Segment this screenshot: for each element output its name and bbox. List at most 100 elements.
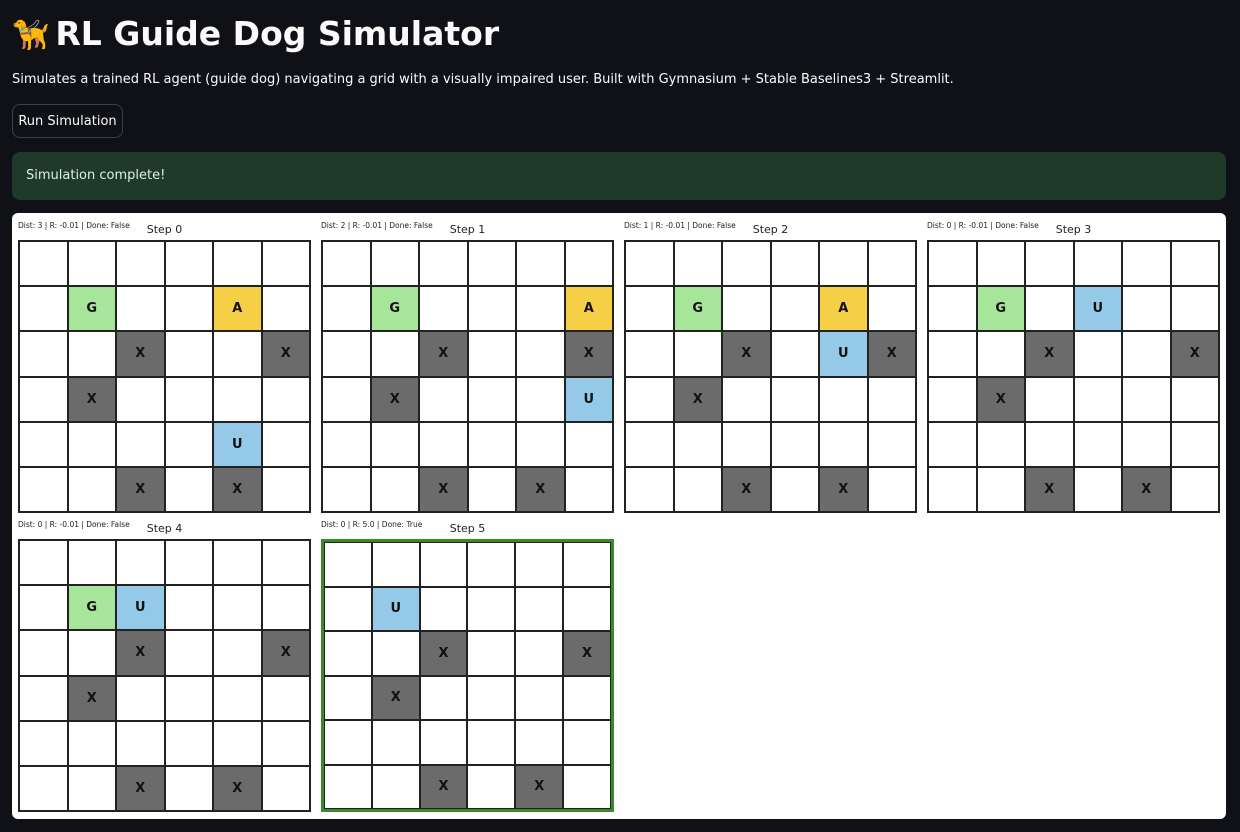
obstacle-cell: X (1122, 466, 1171, 512)
grid-cell-empty (1073, 376, 1122, 422)
grid-cell-empty (928, 376, 977, 422)
grid-cell-empty (261, 376, 310, 422)
grid-cell-empty (1122, 331, 1171, 377)
step-panel-2: Dist: 1 | R: -0.01 | Done: False Step 2GA… (624, 221, 917, 513)
grid-cell-empty (467, 675, 516, 720)
grid-world: UXXXXX (321, 539, 614, 812)
obstacle-cell: X (116, 466, 165, 512)
grid-cell-empty (261, 720, 310, 766)
grid-cell-empty (722, 376, 771, 422)
grid-cell-empty (324, 631, 372, 676)
grid-cell-empty (19, 466, 68, 512)
grid-cell-empty (515, 720, 564, 765)
grid-cell-empty (164, 675, 213, 721)
grid-cell-empty (928, 331, 977, 377)
grid-cell-empty (324, 586, 372, 631)
user-cell: U (116, 585, 165, 631)
step-panel-3: Dist: 0 | R: -0.01 | Done: False Step 3GU… (927, 221, 1220, 513)
grid-cell-empty (867, 241, 916, 287)
grid-cell-empty (370, 421, 419, 467)
grid-cell-empty (1073, 466, 1122, 512)
obstacle-cell: X (261, 630, 310, 676)
step-panel-5: Dist: 0 | R: 5.0 | Done: True Step 5UXXXX… (321, 520, 614, 812)
step-title: Step 2 (752, 223, 789, 236)
grid-cell-empty (322, 286, 371, 332)
obstacle-cell: X (819, 466, 868, 512)
grid-cell-empty (564, 421, 613, 467)
grid-cell-empty (213, 720, 262, 766)
grid-cell-empty (261, 241, 310, 287)
grid-cell-empty (1025, 241, 1074, 287)
grid-cell-empty (324, 720, 372, 765)
grid-cell-empty (164, 241, 213, 287)
grid-cell-empty (322, 421, 371, 467)
goal-cell: G (370, 286, 419, 332)
grid-cell-empty (976, 241, 1025, 287)
grid-cell-empty (164, 421, 213, 467)
user-cell: U (819, 331, 868, 377)
grid-cell-empty (419, 421, 468, 467)
grid-world: GAXXXUXX (321, 240, 614, 513)
run-simulation-button[interactable]: Run Simulation (12, 104, 123, 138)
grid-cell-empty (467, 631, 516, 676)
grid-cell-empty (625, 466, 674, 512)
grid-cell-empty (1170, 421, 1219, 467)
agent-cell: A (213, 286, 262, 332)
grid-cell-empty (564, 241, 613, 287)
grid-cell-empty (419, 286, 468, 332)
grid-cell-empty (67, 331, 116, 377)
step-title: Step 1 (449, 223, 486, 236)
grid-cell-empty (515, 542, 564, 587)
grid-world: GUXXXXX (927, 240, 1220, 513)
grid-cell-empty (625, 376, 674, 422)
grid-cell-empty (819, 376, 868, 422)
grid-cell-empty (261, 421, 310, 467)
obstacle-cell: X (419, 764, 468, 809)
grid-cell-empty (67, 466, 116, 512)
grid-cell-empty (515, 675, 564, 720)
obstacle-cell: X (419, 631, 468, 676)
grid-cell-empty (116, 675, 165, 721)
grid-cell-empty (322, 241, 371, 287)
grid-cell-empty (867, 466, 916, 512)
grid-cell-empty (164, 331, 213, 377)
user-cell: U (1073, 286, 1122, 332)
grid-cell-empty (19, 630, 68, 676)
obstacle-cell: X (67, 675, 116, 721)
step-panel-0: Dist: 3 | R: -0.01 | Done: False Step 0GA… (18, 221, 311, 513)
grid-cell-empty (19, 720, 68, 766)
step-panel-4: Dist: 0 | R: -0.01 | Done: False Step 4GU… (18, 520, 311, 812)
grid-cell-empty (116, 720, 165, 766)
grid-cell-empty (1025, 286, 1074, 332)
grid-cell-empty (213, 376, 262, 422)
goal-cell: G (67, 286, 116, 332)
obstacle-cell: X (371, 675, 420, 720)
goal-cell: G (976, 286, 1025, 332)
grid-cell-empty (625, 241, 674, 287)
grid-cell-empty (516, 421, 565, 467)
step-title: Step 0 (146, 223, 183, 236)
grid-cell-empty (563, 720, 611, 765)
obstacle-cell: X (564, 331, 613, 377)
grid-cell-empty (1122, 286, 1171, 332)
grid-cell-empty (1122, 241, 1171, 287)
user-cell: U (564, 376, 613, 422)
grid-cell-empty (19, 421, 68, 467)
obstacle-cell: X (213, 466, 262, 512)
grid-cell-empty (625, 421, 674, 467)
success-alert: Simulation complete! (12, 152, 1226, 200)
grid-cell-empty (261, 286, 310, 332)
grid-cell-empty (116, 241, 165, 287)
grid-cell-empty (19, 765, 68, 811)
grid-cell-empty (928, 421, 977, 467)
grid-cell-empty (261, 540, 310, 586)
grid-cell-empty (116, 540, 165, 586)
obstacle-cell: X (1025, 331, 1074, 377)
grid-cell-empty (419, 675, 468, 720)
obstacle-cell: X (722, 331, 771, 377)
grid-cell-empty (625, 286, 674, 332)
obstacle-cell: X (722, 466, 771, 512)
grid-cell-empty (324, 542, 372, 587)
grid-cell-empty (419, 376, 468, 422)
obstacle-cell: X (1170, 331, 1219, 377)
